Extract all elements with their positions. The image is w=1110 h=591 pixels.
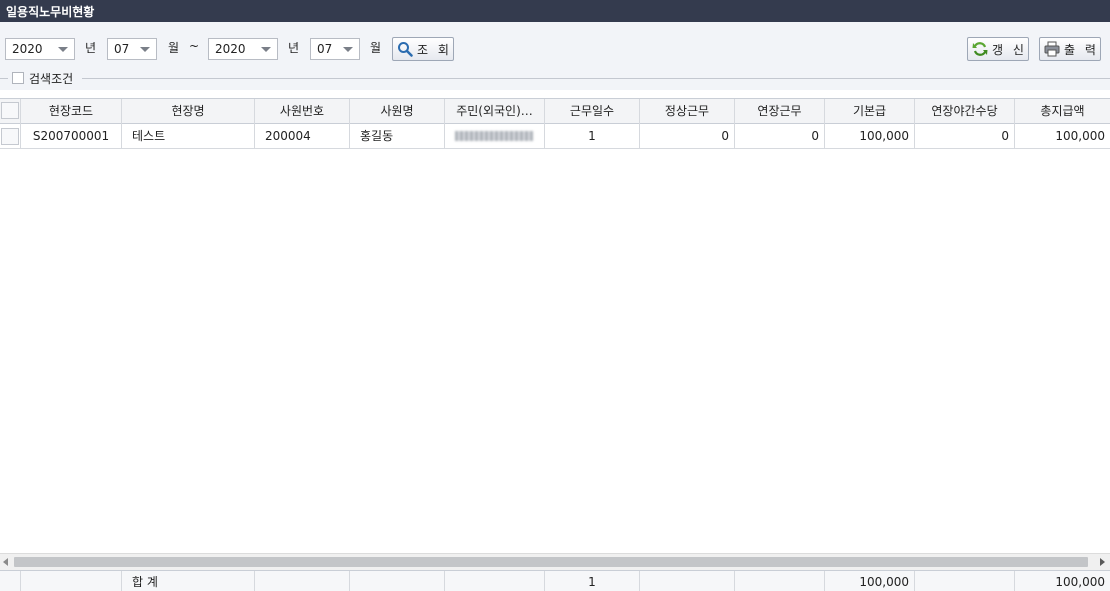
cell-site-name[interactable]: 테스트: [122, 124, 255, 149]
header-base-pay[interactable]: 기본급: [825, 99, 915, 124]
header-resident-no[interactable]: 주민(외국인)…: [445, 99, 545, 124]
cell-site-code[interactable]: S200700001: [21, 124, 122, 149]
footer-total-pay: 100,000: [1055, 575, 1105, 589]
from-year-unit: 년: [85, 41, 97, 55]
footer-empty: [21, 571, 122, 591]
search-button[interactable]: 조 회: [392, 37, 454, 61]
footer-work-days: 1: [545, 571, 640, 591]
select-all-checkbox[interactable]: [1, 102, 19, 119]
magnifier-icon: [398, 42, 413, 57]
footer-empty: [915, 571, 1015, 591]
scrollbar-thumb[interactable]: [14, 557, 1088, 567]
grid-footer: 합 계 1 100,000 100,000: [0, 570, 1110, 591]
from-year-value: 2020: [12, 42, 43, 56]
range-separator: ~: [189, 39, 200, 53]
to-year-unit: 년: [288, 41, 300, 55]
header-emp-no[interactable]: 사원번호: [255, 99, 350, 124]
cell-emp-name[interactable]: 홍길동: [350, 124, 445, 149]
print-button-label: 출 력: [1064, 42, 1099, 57]
search-button-label: 조 회: [417, 42, 452, 57]
to-year-value: 2020: [215, 42, 246, 56]
cell-night-allowance[interactable]: 0: [915, 124, 1015, 149]
chevron-down-icon: [343, 47, 353, 52]
header-select-all[interactable]: [0, 99, 21, 124]
chevron-down-icon: [140, 47, 150, 52]
cell-normal-work[interactable]: 0: [640, 124, 735, 149]
window-title: 일용직노무비현황: [6, 5, 95, 19]
table-row[interactable]: S200700001 테스트 200004 홍길동 1 0 0 100,000 …: [0, 124, 1110, 149]
header-site-name[interactable]: 현장명: [122, 99, 255, 124]
horizontal-scrollbar[interactable]: [0, 553, 1110, 570]
to-month-value: 07: [317, 42, 333, 56]
search-conditions-section: 검색조건: [0, 68, 1110, 88]
row-select-cell[interactable]: [0, 124, 21, 149]
cell-work-days[interactable]: 1: [545, 124, 640, 149]
header-site-code[interactable]: 현장코드: [21, 99, 122, 124]
print-button[interactable]: 출 력: [1039, 37, 1101, 61]
printer-icon: [1044, 41, 1060, 57]
cell-overtime-work[interactable]: 0: [735, 124, 825, 149]
from-month-select[interactable]: 07: [107, 38, 157, 60]
footer-base-pay: 100,000: [825, 571, 915, 591]
row-checkbox[interactable]: [1, 128, 19, 145]
footer-total-label: 합 계: [122, 571, 255, 591]
cell-total-pay[interactable]: 100,000: [1015, 124, 1110, 149]
divider: [0, 78, 8, 79]
footer-empty: [445, 571, 545, 591]
search-conditions-label: 검색조건: [29, 72, 74, 86]
footer-empty: [0, 571, 21, 591]
redacted-resident-number: [455, 131, 533, 141]
header-emp-name[interactable]: 사원명: [350, 99, 445, 124]
to-month-unit: 월: [370, 41, 382, 55]
refresh-button[interactable]: 갱 신: [967, 37, 1029, 61]
filter-bar: 2020 년 07 월 ~ 2020 년 07 월 조 회 갱 신 출 력 검색…: [0, 22, 1110, 90]
grid-header: 현장코드 현장명 사원번호 사원명 주민(외국인)… 근무일수 정상근무 연장근…: [0, 99, 1110, 124]
from-year-select[interactable]: 2020: [5, 38, 75, 60]
footer-empty: [735, 571, 825, 591]
chevron-down-icon: [261, 47, 271, 52]
to-year-select[interactable]: 2020: [208, 38, 278, 60]
scroll-right-icon[interactable]: [1100, 558, 1105, 566]
footer-empty: [255, 571, 350, 591]
title-bar: 일용직노무비현황: [0, 0, 1110, 22]
to-month-select[interactable]: 07: [310, 38, 360, 60]
cell-emp-no[interactable]: 200004: [255, 124, 350, 149]
refresh-icon: [972, 42, 988, 56]
header-work-days[interactable]: 근무일수: [545, 99, 640, 124]
search-conditions-checkbox[interactable]: [12, 72, 24, 84]
data-grid: 현장코드 현장명 사원번호 사원명 주민(외국인)… 근무일수 정상근무 연장근…: [0, 98, 1110, 553]
header-night-allowance[interactable]: 연장야간수당: [915, 99, 1015, 124]
header-overtime-work[interactable]: 연장근무: [735, 99, 825, 124]
from-month-unit: 월: [168, 41, 180, 55]
divider: [82, 78, 1110, 79]
header-normal-work[interactable]: 정상근무: [640, 99, 735, 124]
refresh-button-label: 갱 신: [992, 42, 1027, 57]
scroll-left-icon[interactable]: [3, 558, 8, 566]
cell-base-pay[interactable]: 100,000: [825, 124, 915, 149]
header-total-pay[interactable]: 총지급액: [1015, 99, 1110, 124]
from-month-value: 07: [114, 42, 130, 56]
footer-empty: [350, 571, 445, 591]
cell-resident-no[interactable]: [445, 124, 545, 149]
footer-empty: [640, 571, 735, 591]
chevron-down-icon: [58, 47, 68, 52]
